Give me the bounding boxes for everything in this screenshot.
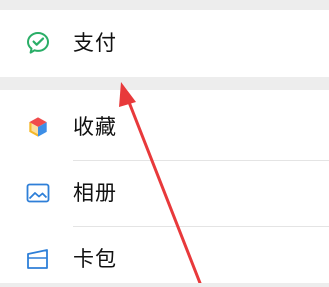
favorites-label: 收藏 (73, 115, 117, 139)
pay-card: 支付 (0, 10, 329, 77)
favorites-row[interactable]: 收藏 (0, 95, 329, 155)
card-wallet-icon (25, 246, 51, 272)
menu-card: 收藏 相册 卡包 (0, 90, 329, 283)
wechat-pay-icon (25, 30, 51, 56)
card-wallet-row[interactable]: 卡包 (0, 227, 329, 287)
album-picture-icon (25, 180, 51, 206)
pay-label: 支付 (73, 31, 117, 55)
card-wallet-label: 卡包 (73, 247, 117, 271)
album-row[interactable]: 相册 (0, 161, 329, 221)
album-label: 相册 (73, 181, 117, 205)
top-strip (0, 0, 329, 10)
favorites-cube-icon (25, 114, 51, 140)
pay-row[interactable]: 支付 (0, 13, 329, 73)
